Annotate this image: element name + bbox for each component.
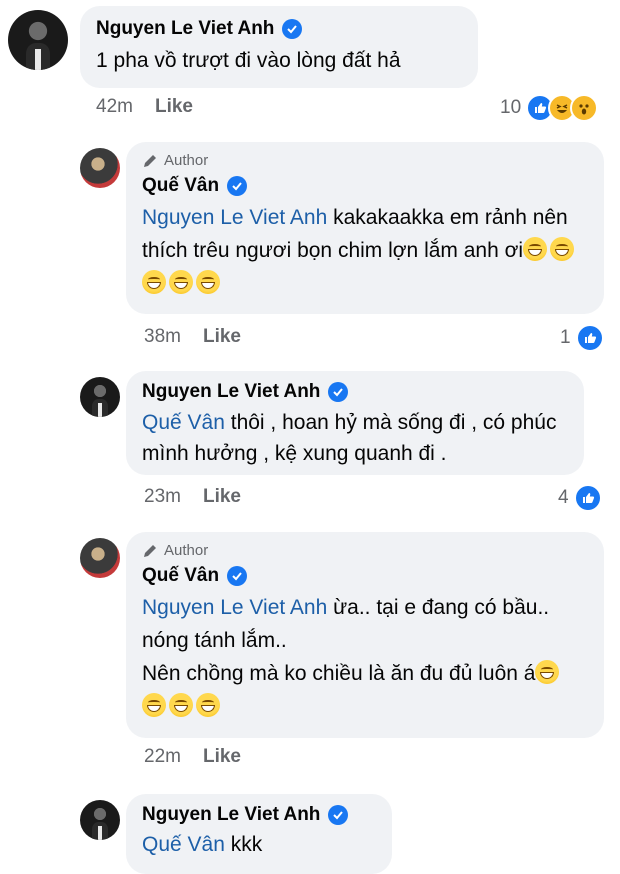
grinning-emoji-icon bbox=[196, 270, 220, 294]
comment-text: Quế Vân kkk bbox=[142, 833, 263, 856]
avatar[interactable] bbox=[80, 377, 120, 417]
comment-author-name[interactable]: Nguyen Le Viet Anh bbox=[142, 804, 320, 826]
comment-meta: 38m Like bbox=[144, 326, 241, 348]
verified-badge-icon bbox=[282, 19, 303, 39]
comment-time[interactable]: 22m bbox=[144, 746, 181, 768]
like-button[interactable]: Like bbox=[203, 326, 241, 348]
avatar[interactable] bbox=[8, 10, 68, 70]
reaction-summary[interactable]: 10 bbox=[500, 94, 599, 122]
like-icon bbox=[575, 324, 604, 352]
reaction-count: 10 bbox=[500, 97, 522, 118]
grinning-emoji-icon bbox=[196, 693, 220, 717]
author-badge-label: Author bbox=[164, 542, 209, 559]
verified-badge-icon bbox=[227, 566, 248, 586]
mention-link[interactable]: Nguyen Le Viet Anh bbox=[142, 596, 327, 619]
verified-badge-icon bbox=[227, 176, 248, 196]
avatar[interactable] bbox=[80, 800, 120, 840]
avatar[interactable] bbox=[80, 538, 120, 578]
like-icon bbox=[573, 484, 602, 512]
mention-link[interactable]: Quế Vân bbox=[142, 833, 225, 856]
grinning-emoji-icon bbox=[169, 693, 193, 717]
wow-icon bbox=[570, 94, 599, 122]
mention-link[interactable]: Quế Vân bbox=[142, 411, 225, 434]
comment-meta: 23m Like bbox=[144, 486, 241, 508]
reaction-summary[interactable]: 1 bbox=[560, 324, 604, 352]
comment-author-name[interactable]: Quế Vân bbox=[142, 565, 219, 587]
reaction-count: 1 bbox=[560, 327, 571, 348]
comment-meta: 22m Like bbox=[144, 746, 241, 768]
comment-text: Quế Vân thôi , hoan hỷ mà sống đi , có p… bbox=[142, 411, 557, 465]
comment-bubble: Author Quế Vân Nguyen Le Viet Anh kakaka… bbox=[126, 142, 604, 314]
like-button[interactable]: Like bbox=[203, 486, 241, 508]
grinning-emoji-icon bbox=[142, 270, 166, 294]
mention-link[interactable]: Nguyen Le Viet Anh bbox=[142, 206, 327, 229]
author-badge-label: Author bbox=[164, 152, 209, 169]
pen-icon bbox=[144, 154, 156, 167]
reaction-count: 4 bbox=[558, 487, 569, 508]
grinning-emoji-icon bbox=[535, 660, 560, 684]
comment-text: 1 pha vồ trượt đi vào lòng đất hả bbox=[96, 49, 401, 72]
comment-time[interactable]: 38m bbox=[144, 326, 181, 348]
like-button[interactable]: Like bbox=[203, 746, 241, 768]
grinning-emoji-icon bbox=[169, 270, 193, 294]
verified-badge-icon bbox=[328, 382, 349, 402]
grinning-emoji-icon bbox=[523, 237, 548, 261]
comment-meta: 42m Like bbox=[96, 96, 193, 118]
comment-time[interactable]: 42m bbox=[96, 96, 133, 118]
reaction-summary[interactable]: 4 bbox=[558, 484, 602, 512]
comment-author-name[interactable]: Nguyen Le Viet Anh bbox=[96, 18, 274, 40]
grinning-emoji-icon bbox=[550, 237, 575, 261]
comment-text: Nguyen Le Viet Anh ừa.. tại e đang có bầ… bbox=[142, 591, 588, 723]
pen-icon bbox=[144, 544, 156, 557]
comment-author-name[interactable]: Quế Vân bbox=[142, 175, 219, 197]
verified-badge-icon bbox=[328, 805, 349, 825]
comment-bubble: Nguyen Le Viet Anh Quế Vân kkk bbox=[126, 794, 392, 874]
comment-author-name[interactable]: Nguyen Le Viet Anh bbox=[142, 381, 320, 403]
comment-bubble: Nguyen Le Viet Anh Quế Vân thôi , hoan h… bbox=[126, 371, 584, 475]
avatar[interactable] bbox=[80, 148, 120, 188]
comment-bubble: Nguyen Le Viet Anh 1 pha vồ trượt đi vào… bbox=[80, 6, 478, 88]
comment-text: Nguyen Le Viet Anh kakakaakka em rảnh nê… bbox=[142, 201, 588, 300]
like-button[interactable]: Like bbox=[155, 96, 193, 118]
comment-bubble: Author Quế Vân Nguyen Le Viet Anh ừa.. t… bbox=[126, 532, 604, 738]
comment-time[interactable]: 23m bbox=[144, 486, 181, 508]
grinning-emoji-icon bbox=[142, 693, 166, 717]
